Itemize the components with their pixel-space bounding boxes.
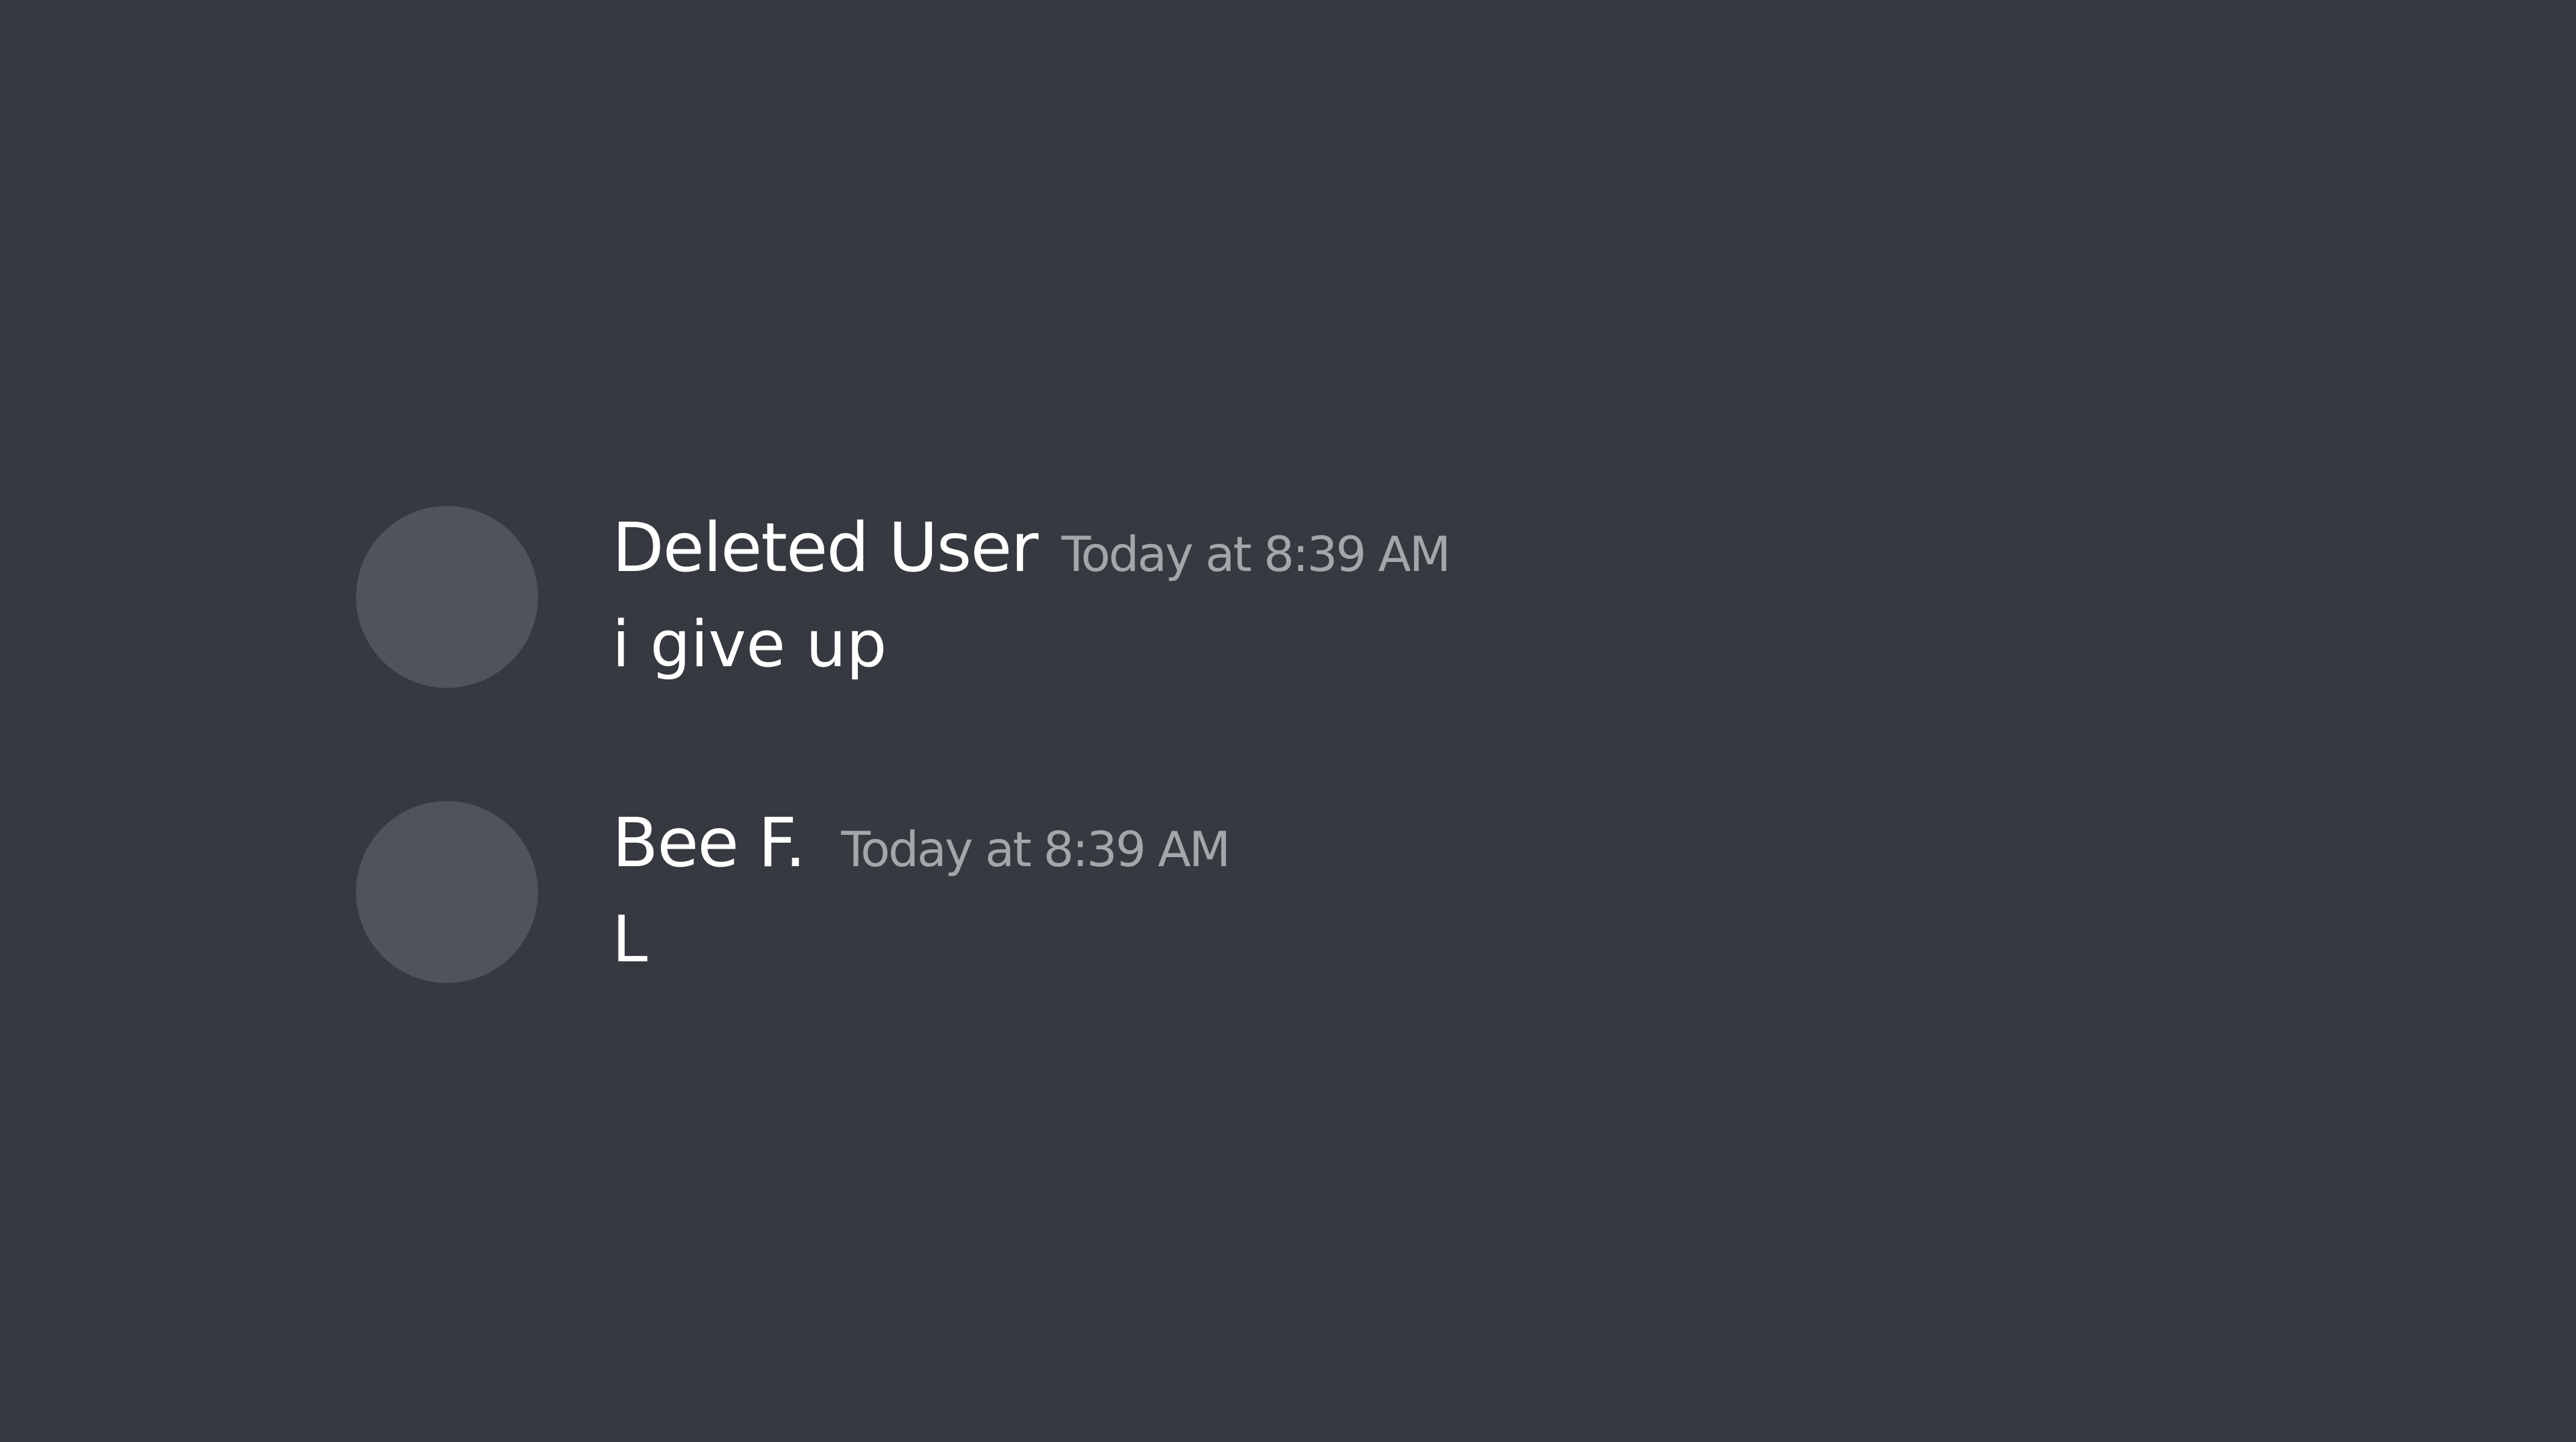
message-timestamp: Today at 8:39 AM [841,822,1230,878]
chat-message: Deleted User Today at 8:39 AM i give up [0,506,2576,693]
message-header: Deleted User Today at 8:39 AM [612,506,1451,590]
chat-message-list: Deleted User Today at 8:39 AM i give up … [0,0,2576,1442]
message-content: i give up [612,607,887,681]
username[interactable]: Deleted User [612,506,1039,590]
avatar[interactable] [356,801,538,983]
message-timestamp: Today at 8:39 AM [1061,526,1451,582]
message-content: L [612,902,648,976]
message-header: Bee F. Today at 8:39 AM [612,801,1231,885]
avatar[interactable] [356,506,538,688]
username[interactable]: Bee F. [612,801,806,885]
chat-message: Bee F. Today at 8:39 AM L [0,801,2576,988]
